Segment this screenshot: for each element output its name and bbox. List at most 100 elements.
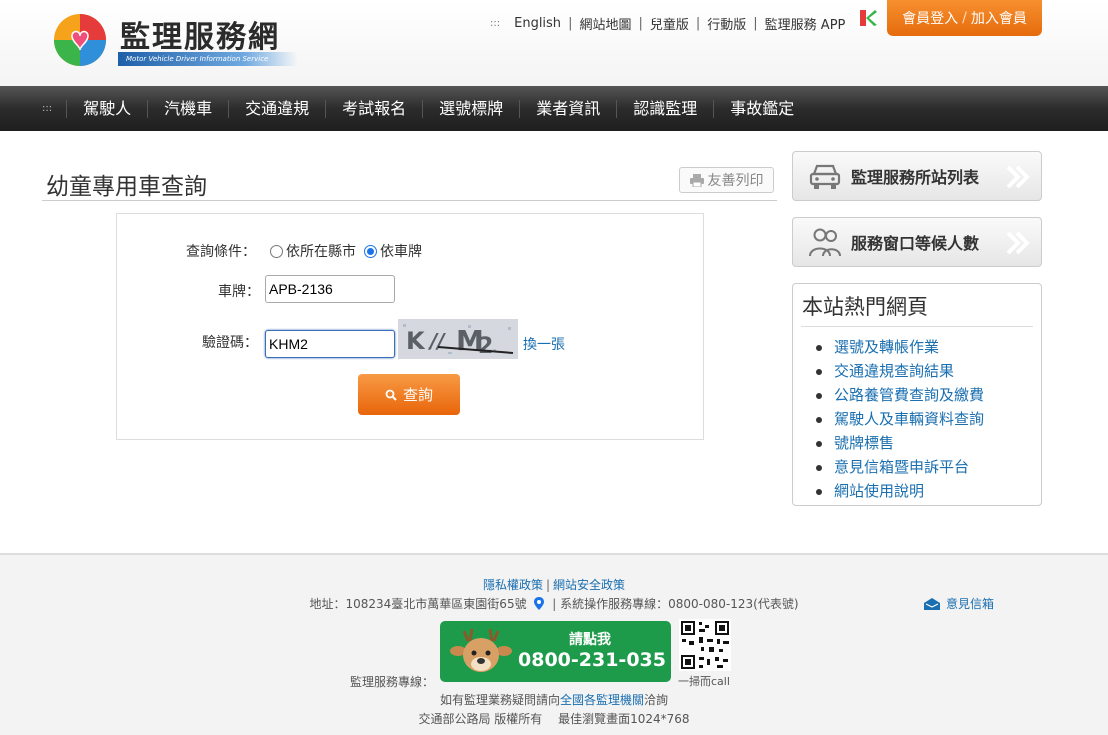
nav-item-violation[interactable]: 交通違規 — [228, 99, 325, 118]
site-header: 監理服務網 Motor Vehicle Driver Information S… — [0, 0, 1108, 86]
mail-icon — [924, 597, 940, 610]
svg-text:2: 2 — [478, 334, 493, 359]
radio-city-label[interactable]: 依所在縣市 — [286, 241, 356, 261]
map-pin-icon[interactable] — [534, 597, 545, 610]
contact-prefix: 如有監理業務疑問請向 — [439, 693, 560, 707]
contact-agencies-link[interactable]: 全國各監理機關 — [560, 693, 644, 707]
hot-link-site-guide[interactable]: 網站使用說明 — [793, 479, 1041, 503]
nav-item-driver[interactable]: 駕駛人 — [66, 99, 147, 118]
scan-call-label: 一掃而call — [678, 675, 730, 688]
hotline-call-banner[interactable]: 請點我 0800-231-035 — [440, 621, 671, 682]
k-logo-icon[interactable] — [858, 8, 878, 28]
top-links: ::: English | 網站地圖 | 兒童版 | 行動版 | 監理服務 AP… — [490, 14, 845, 33]
join-label[interactable]: 加入會員 — [971, 8, 1027, 28]
captcha-input[interactable]: KHM2 — [265, 330, 395, 358]
main-nav: ::: 駕駛人 汽機車 交通違規 考試報名 選號標牌 業者資訊 認識監理 事故鑑… — [0, 86, 1108, 131]
nav-item-accident[interactable]: 事故鑑定 — [713, 99, 810, 118]
query-condition-label: 查詢條件： — [186, 244, 256, 260]
link-english[interactable]: English — [514, 16, 561, 31]
plate-label: 車牌： — [218, 284, 260, 300]
radio-circle-selected[interactable] — [364, 244, 377, 258]
captcha-noise-icon: K // M 2 — [398, 319, 518, 359]
hot-link-road-fee[interactable]: 公路養管費查詢及繳費 — [793, 383, 1041, 407]
hot-link-plate-auction[interactable]: 號牌標售 — [793, 431, 1041, 455]
double-chevron-right-icon — [1006, 165, 1030, 189]
captcha-label: 驗證碼： — [202, 335, 258, 351]
login-label[interactable]: 會員登入 — [902, 8, 958, 28]
query-button-label[interactable]: 查詢 — [403, 384, 433, 405]
query-condition-radios: 依所在縣市 依車牌 — [270, 241, 430, 261]
captcha-image: K // M 2 — [398, 319, 518, 359]
car-icon — [809, 164, 841, 189]
security-policy-link[interactable]: 網站安全政策 — [553, 578, 625, 592]
separator: | — [753, 16, 758, 31]
print-button[interactable]: 友善列印 — [679, 167, 774, 193]
hot-pages-panel: 本站熱門網頁 選號及轉帳作業 交通違規查詢結果 公路養管費查詢及繳費 駕駛人及車… — [792, 283, 1042, 506]
radio-plate-label[interactable]: 依車牌 — [380, 241, 422, 261]
deer-mascot-icon — [450, 628, 512, 672]
station-list-label[interactable]: 監理服務所站列表 — [851, 164, 979, 188]
plate-input[interactable]: APB-2136 — [265, 275, 395, 303]
hot-link-feedback[interactable]: 意見信箱暨申訴平台 — [793, 455, 1041, 479]
separator: | — [568, 16, 573, 31]
separator: | — [638, 16, 643, 31]
svg-text:K: K — [406, 327, 426, 355]
copyright-line: 交通部公路局 版權所有 最佳瀏覽畫面1024*768 — [418, 712, 690, 726]
address-text: 地址：108234臺北市萬華區東園街65號 — [309, 597, 527, 611]
hot-link-violation-result[interactable]: 交通違規查詢結果 — [793, 359, 1041, 383]
search-icon — [385, 389, 397, 401]
logo-subtitle: Motor Vehicle Driver Information Service — [118, 52, 298, 66]
separator: | — [695, 16, 701, 31]
hot-pages-list: 選號及轉帳作業 交通違規查詢結果 公路養管費查詢及繳費 駕駛人及車輛資料查詢 號… — [793, 335, 1041, 503]
logo-emblem-icon — [54, 14, 106, 66]
contact-suffix: 洽詢 — [644, 693, 669, 707]
radio-by-plate[interactable]: 依車牌 — [364, 241, 422, 261]
qr-code-icon — [679, 619, 731, 671]
hot-pages-title: 本站熱門網頁 — [802, 295, 928, 319]
page-title: 幼童專用車查詢 — [46, 174, 207, 200]
service-line-text: 系統操作服務專線：0800-080-123(代表號) — [560, 597, 799, 611]
double-chevron-right-icon — [1006, 231, 1030, 255]
nav-item-business[interactable]: 業者資訊 — [519, 99, 616, 118]
printer-icon — [689, 173, 704, 187]
link-app[interactable]: 監理服務 APP — [765, 14, 846, 33]
footer-policy-links: 隱私權政策 | 網站安全政策 — [0, 576, 1108, 593]
logo-title: 監理服務網 — [120, 20, 280, 55]
radio-by-city[interactable]: 依所在縣市 — [270, 241, 356, 261]
accesskey-dots[interactable]: ::: — [490, 18, 500, 29]
print-label: 友善列印 — [707, 173, 764, 189]
mailbox-link[interactable]: 意見信箱 — [923, 595, 994, 612]
nav-item-plate[interactable]: 選號標牌 — [422, 99, 519, 118]
link-sitemap[interactable]: 網站地圖 — [579, 14, 631, 33]
nav-accesskey-dots[interactable]: ::: — [42, 103, 52, 114]
radio-circle[interactable] — [270, 244, 283, 258]
people-icon — [809, 228, 841, 257]
call-me-label[interactable]: 請點我 — [535, 629, 645, 649]
nav-item-vehicle[interactable]: 汽機車 — [147, 99, 228, 118]
separator: | — [552, 597, 557, 611]
contact-line: 如有監理業務疑問請向全國各監理機關洽詢 — [0, 691, 1108, 708]
separator: | — [545, 578, 551, 592]
svg-text://: // — [428, 329, 446, 353]
station-list-button[interactable]: 監理服務所站列表 — [792, 151, 1042, 201]
mailbox-label[interactable]: 意見信箱 — [946, 595, 994, 612]
slash-separator: / — [962, 10, 967, 26]
refresh-captcha-link[interactable]: 換一張 — [523, 334, 565, 354]
member-login-button[interactable]: 會員登入 / 加入會員 — [887, 0, 1042, 36]
hotline-number[interactable]: 0800-231-035 — [518, 649, 666, 671]
waiting-count-button[interactable]: 服務窗口等候人數 — [792, 217, 1042, 267]
hot-link-driver-vehicle-data[interactable]: 駕駛人及車輛資料查詢 — [793, 407, 1041, 431]
hot-link-plate-selection[interactable]: 選號及轉帳作業 — [793, 335, 1041, 359]
title-divider — [42, 200, 777, 201]
link-kids[interactable]: 兒童版 — [650, 14, 689, 33]
privacy-policy-link[interactable]: 隱私權政策 — [483, 578, 543, 592]
site-footer: 隱私權政策 | 網站安全政策 地址：108234臺北市萬華區東園街65號 | 系統操… — [0, 553, 1108, 735]
link-mobile[interactable]: 行動版 — [707, 14, 746, 33]
hotline-label: 監理服務專線： — [350, 675, 435, 689]
hot-pages-divider — [801, 326, 1033, 327]
nav-item-about[interactable]: 認識監理 — [616, 99, 713, 118]
site-logo[interactable]: 監理服務網 Motor Vehicle Driver Information S… — [52, 10, 302, 70]
query-button[interactable]: 查詢 — [358, 374, 460, 415]
waiting-count-label[interactable]: 服務窗口等候人數 — [851, 230, 979, 254]
nav-item-exam[interactable]: 考試報名 — [325, 99, 422, 118]
